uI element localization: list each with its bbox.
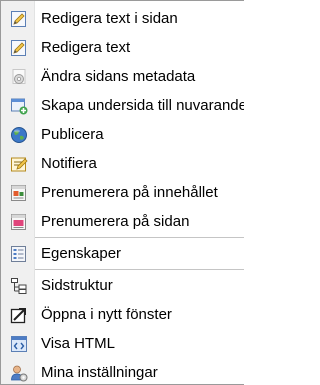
menu-item-label: Öppna i nytt fönster <box>41 306 172 323</box>
menu-item-label: Publicera <box>41 126 104 143</box>
subscribe-content-icon <box>10 184 28 202</box>
menu-item-site-structure[interactable]: Sidstruktur <box>1 271 244 300</box>
menu-item-label: Egenskaper <box>41 245 122 262</box>
menu-item-label: Skapa undersida till nuvarande <box>41 97 244 114</box>
edit-page-icon <box>10 10 28 28</box>
subscribe-page-icon <box>10 213 28 231</box>
menu-item-change-metadata[interactable]: Ändra sidans metadata <box>1 62 244 91</box>
notify-icon <box>10 155 28 173</box>
menu-item-label: Visa HTML <box>41 335 115 352</box>
view-html-icon <box>10 335 28 353</box>
new-subpage-icon <box>10 97 28 115</box>
menu-item-label: Sidstruktur <box>41 277 113 294</box>
menu-item-label: Mina inställningar <box>41 364 158 381</box>
edit-text-icon <box>10 39 28 57</box>
site-structure-icon <box>10 277 28 295</box>
menu-item-subscribe-content[interactable]: Prenumerera på innehållet <box>1 178 244 207</box>
menu-item-view-html[interactable]: Visa HTML <box>1 329 244 358</box>
menu-item-notify[interactable]: Notifiera <box>1 149 244 178</box>
open-new-window-icon <box>10 306 28 324</box>
menu-item-create-subpage[interactable]: Skapa undersida till nuvarande <box>1 91 244 120</box>
menu-item-label: Redigera text <box>41 39 131 56</box>
menu-item-label: Notifiera <box>41 155 97 172</box>
menu-item-label: Ändra sidans metadata <box>41 68 196 85</box>
menu-item-open-new-window[interactable]: Öppna i nytt fönster <box>1 300 244 329</box>
menu-item-label: Redigera text i sidan <box>41 10 178 27</box>
menu-item-subscribe-page[interactable]: Prenumerera på sidan <box>1 207 244 236</box>
menu-item-properties[interactable]: Egenskaper <box>1 239 244 268</box>
publish-globe-icon <box>10 126 28 144</box>
user-settings-icon <box>10 364 28 382</box>
metadata-gear-icon <box>10 68 28 86</box>
menu-item-label: Prenumerera på sidan <box>41 213 190 230</box>
menu-item-publish[interactable]: Publicera <box>1 120 244 149</box>
menu-item-edit-page-text[interactable]: Redigera text i sidan <box>1 4 244 33</box>
context-menu: Redigera text i sidan Redigera text Ändr… <box>0 0 244 385</box>
menu-item-my-settings[interactable]: Mina inställningar <box>1 358 244 384</box>
menu-list: Redigera text i sidan Redigera text Ändr… <box>1 4 244 384</box>
properties-icon <box>10 245 28 263</box>
menu-item-label: Prenumerera på innehållet <box>41 184 218 201</box>
menu-item-edit-text[interactable]: Redigera text <box>1 33 244 62</box>
